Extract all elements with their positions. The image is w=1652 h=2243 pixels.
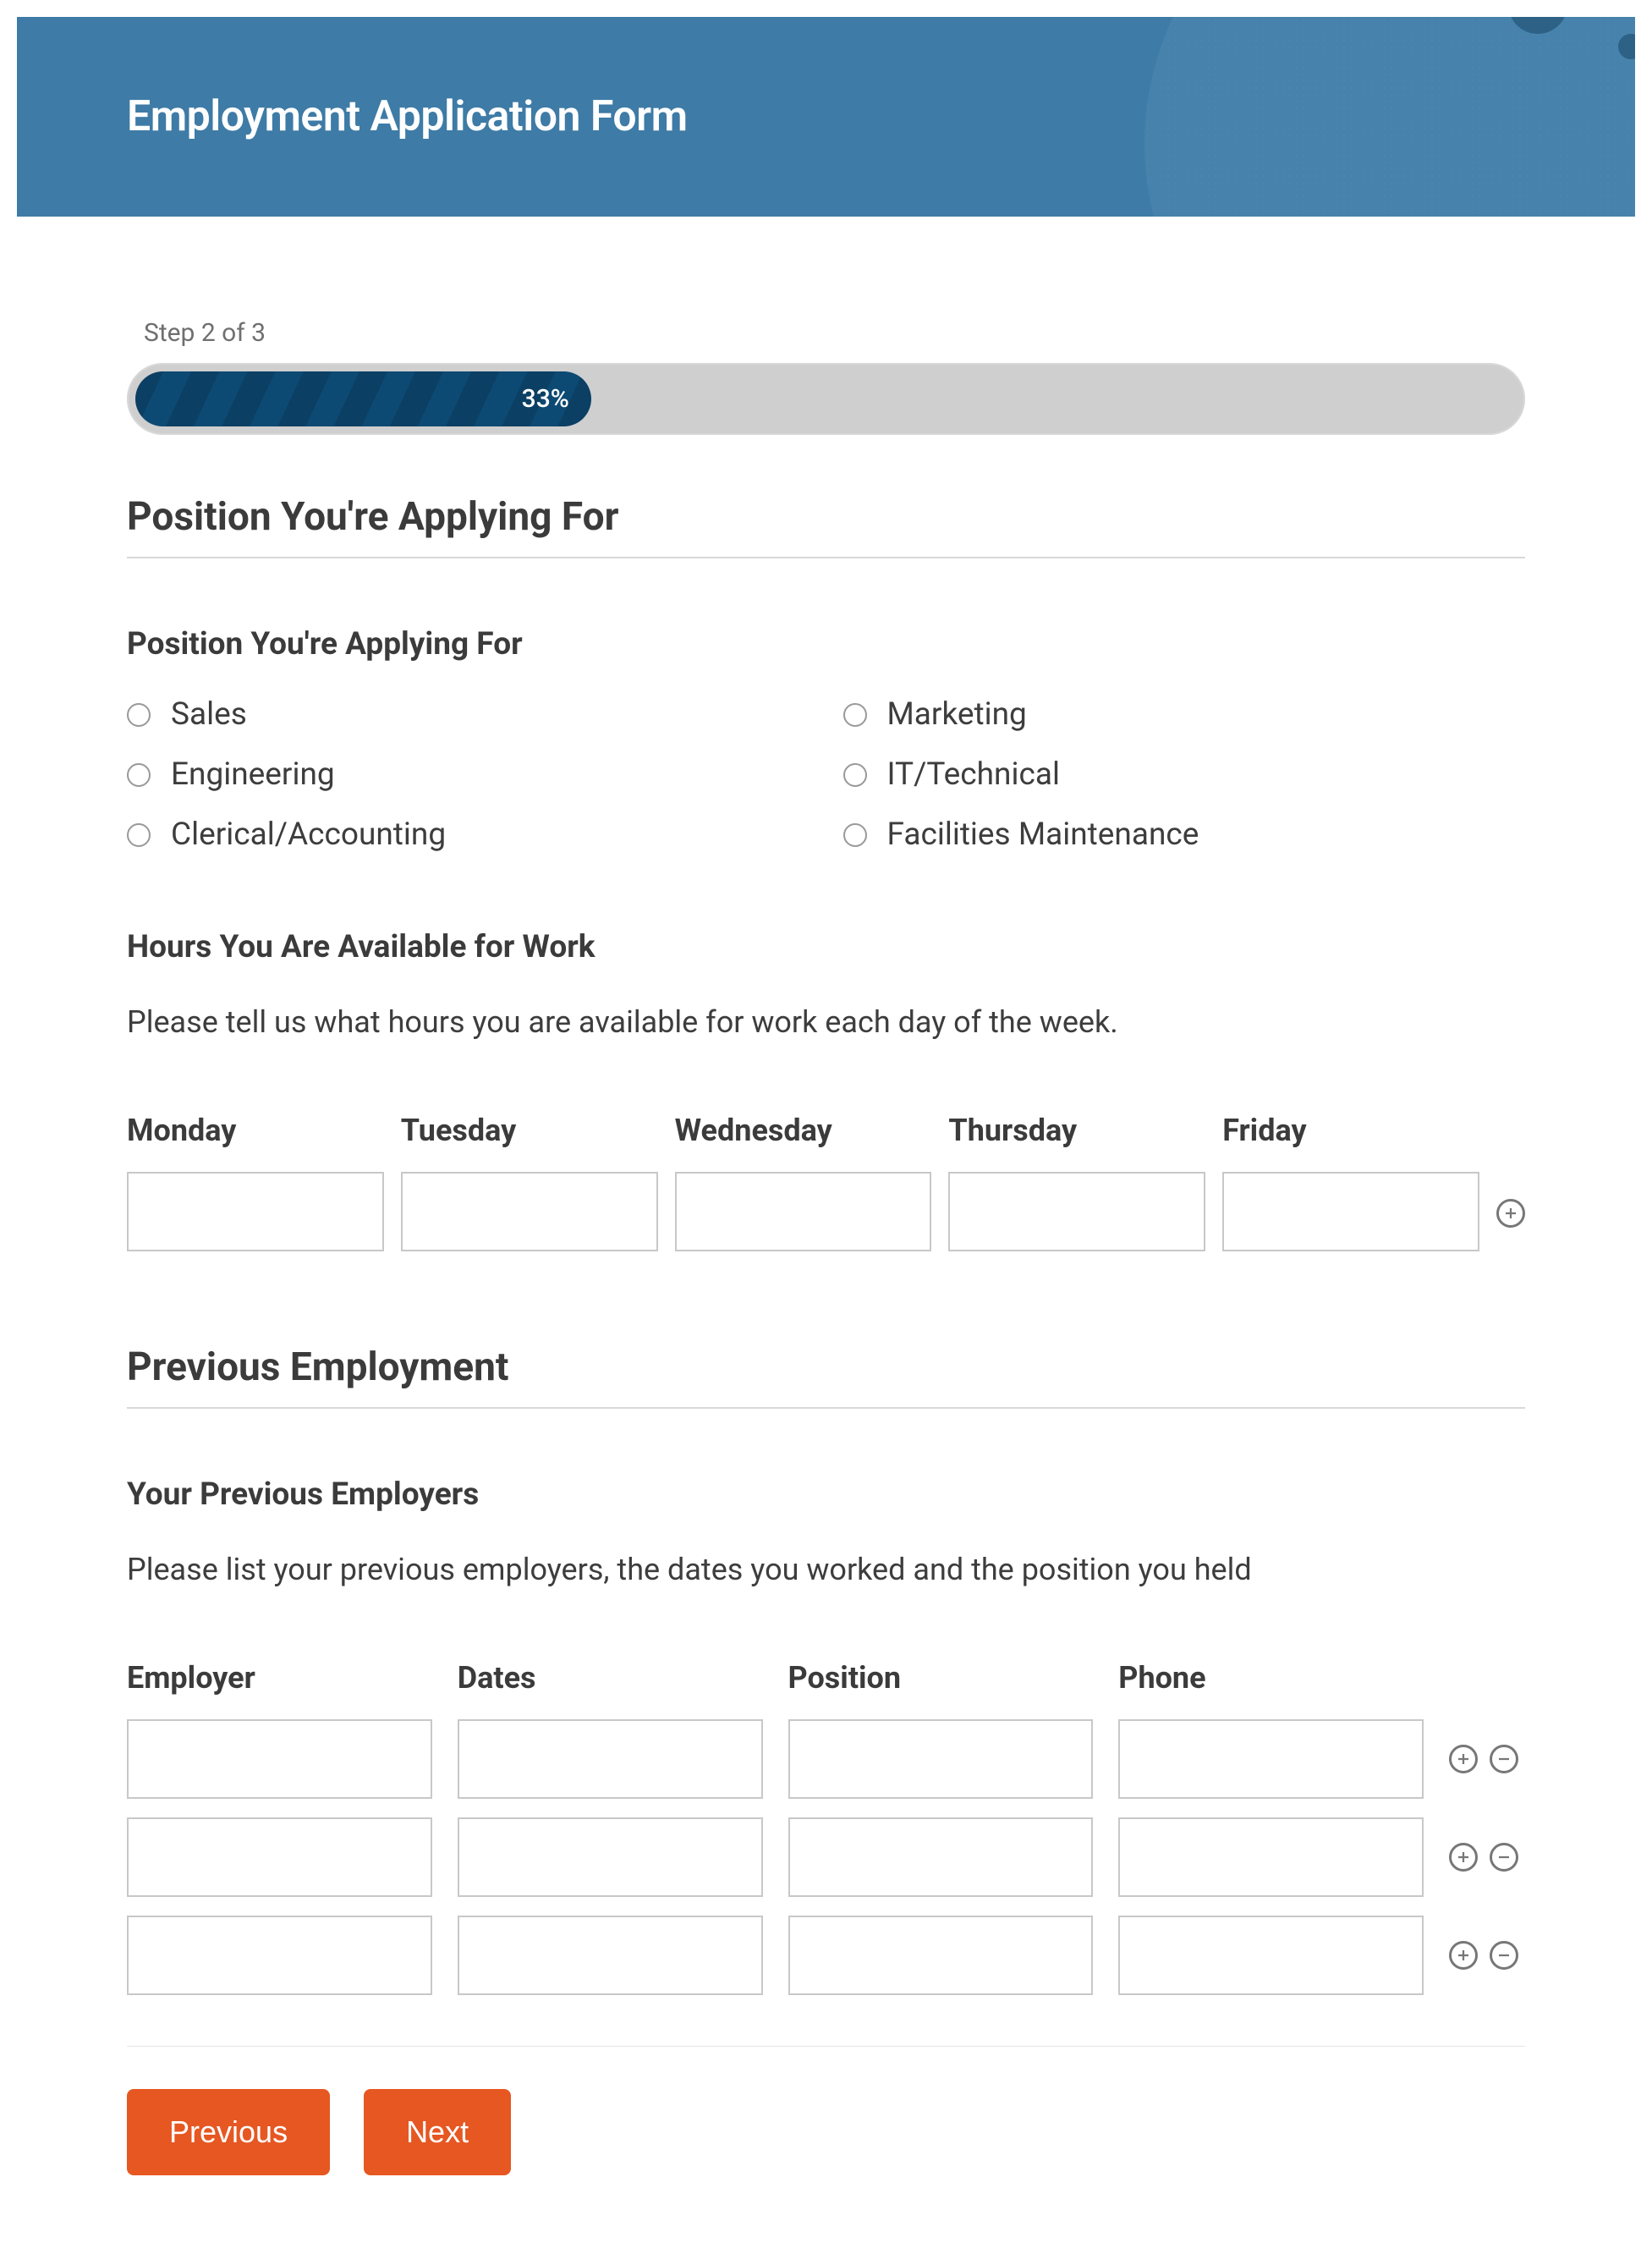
employer-row <box>127 1719 1525 1799</box>
previous-button[interactable]: Previous <box>127 2089 330 2175</box>
header-decoration <box>1144 17 1635 217</box>
employer-phone-input[interactable] <box>1118 1916 1424 1995</box>
hours-field-label: Hours You Are Available for Work <box>127 929 1525 965</box>
employer-employer-input[interactable] <box>127 1719 432 1799</box>
employer-position-input[interactable] <box>788 1817 1094 1897</box>
employer-column-header: Dates <box>458 1660 763 1696</box>
employer-position-input[interactable] <box>788 1916 1094 1995</box>
hours-input[interactable] <box>948 1172 1205 1251</box>
add-row-icon[interactable] <box>1449 1843 1478 1872</box>
employer-column-header: Phone <box>1118 1660 1424 1696</box>
hours-input[interactable] <box>127 1172 384 1251</box>
form-title: Employment Application Form <box>127 92 688 141</box>
employer-position-input[interactable] <box>788 1719 1094 1799</box>
radio-icon[interactable] <box>843 703 867 727</box>
section-title-position: Position You're Applying For <box>127 494 1525 558</box>
step-indicator: Step 2 of 3 <box>144 318 1525 348</box>
progress-percent-text: 33% <box>522 384 569 414</box>
progress-bar-fill: 33% <box>135 371 591 426</box>
add-row-icon[interactable] <box>1449 1745 1478 1773</box>
employer-dates-input[interactable] <box>458 1916 763 1995</box>
employers-field-label: Your Previous Employers <box>127 1476 1525 1513</box>
hours-input[interactable] <box>675 1172 932 1251</box>
position-option-label[interactable]: Marketing <box>887 696 1027 733</box>
hours-column-header: Monday <box>127 1113 384 1148</box>
position-field-label: Position You're Applying For <box>127 626 1525 662</box>
employer-row <box>127 1916 1525 1995</box>
employer-phone-input[interactable] <box>1118 1719 1424 1799</box>
hours-column-header: Thursday <box>948 1113 1205 1148</box>
footer-divider <box>127 2046 1525 2047</box>
employer-column-header: Position <box>788 1660 1094 1696</box>
hours-column-header: Wednesday <box>675 1113 932 1148</box>
radio-icon[interactable] <box>127 703 151 727</box>
hours-input[interactable] <box>401 1172 658 1251</box>
employers-table: Employer Dates Position Phone <box>127 1660 1525 1995</box>
remove-row-icon[interactable] <box>1490 1843 1518 1872</box>
hours-description: Please tell us what hours you are availa… <box>127 999 1525 1045</box>
employer-row <box>127 1817 1525 1897</box>
section-title-previous-employment: Previous Employment <box>127 1344 1525 1409</box>
progress-bar-container: 33% <box>127 363 1525 435</box>
position-option[interactable]: IT/Technical <box>843 756 1526 793</box>
add-row-icon[interactable] <box>1496 1199 1525 1228</box>
radio-icon[interactable] <box>127 823 151 847</box>
remove-row-icon[interactable] <box>1490 1745 1518 1773</box>
employer-column-header: Employer <box>127 1660 432 1696</box>
position-option-label[interactable]: Clerical/Accounting <box>171 816 446 853</box>
position-option[interactable]: Marketing <box>843 696 1526 733</box>
position-option[interactable]: Clerical/Accounting <box>127 816 810 853</box>
hours-availability-table: Monday Tuesday Wednesday Thursday Friday <box>127 1113 1525 1251</box>
position-option-label[interactable]: IT/Technical <box>887 756 1060 793</box>
position-options: Sales Marketing Engineering IT/Technical Cle… <box>127 696 1525 853</box>
position-option-label[interactable]: Sales <box>171 696 247 733</box>
hours-input[interactable] <box>1222 1172 1479 1251</box>
position-option[interactable]: Sales <box>127 696 810 733</box>
position-option-label[interactable]: Facilities Maintenance <box>887 816 1199 853</box>
employer-phone-input[interactable] <box>1118 1817 1424 1897</box>
position-option[interactable]: Facilities Maintenance <box>843 816 1526 853</box>
radio-icon[interactable] <box>843 763 867 787</box>
hours-column-header: Tuesday <box>401 1113 658 1148</box>
position-option-label[interactable]: Engineering <box>171 756 335 793</box>
hours-column-header: Friday <box>1222 1113 1479 1148</box>
next-button[interactable]: Next <box>364 2089 511 2175</box>
position-option[interactable]: Engineering <box>127 756 810 793</box>
radio-icon[interactable] <box>127 763 151 787</box>
employer-employer-input[interactable] <box>127 1916 432 1995</box>
add-row-icon[interactable] <box>1449 1941 1478 1970</box>
employer-dates-input[interactable] <box>458 1719 763 1799</box>
remove-row-icon[interactable] <box>1490 1941 1518 1970</box>
form-header: Employment Application Form <box>17 17 1635 217</box>
radio-icon[interactable] <box>843 823 867 847</box>
employers-description: Please list your previous employers, the… <box>127 1547 1525 1592</box>
employer-dates-input[interactable] <box>458 1817 763 1897</box>
employer-employer-input[interactable] <box>127 1817 432 1897</box>
